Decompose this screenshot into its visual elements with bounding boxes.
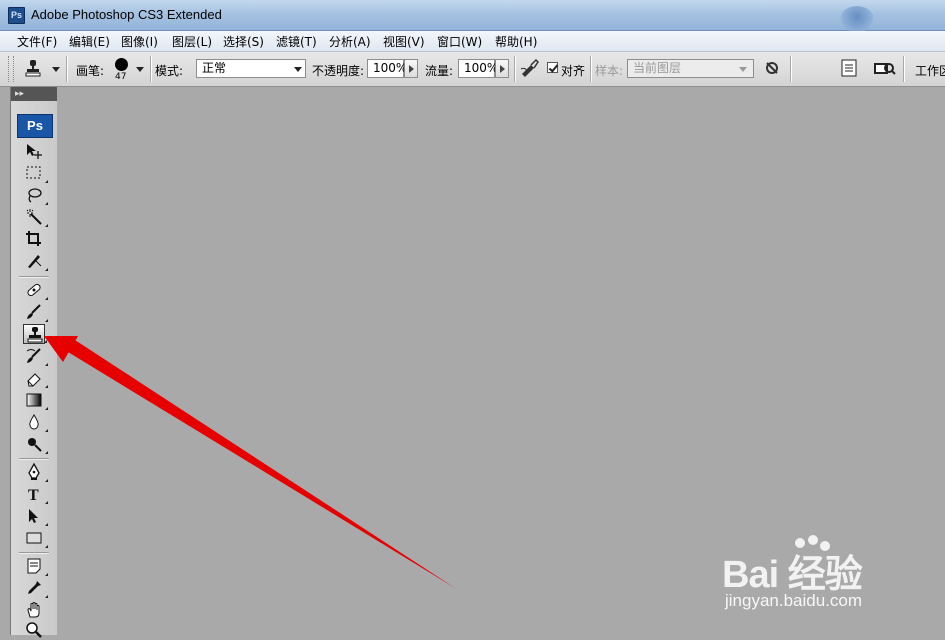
watermark: Bai 经验 jingyan.baidu.com [722,535,932,615]
watermark-url: jingyan.baidu.com [725,591,863,610]
watermark-brand: Bai 经验 [722,554,863,596]
arrow-shaft [68,340,455,588]
